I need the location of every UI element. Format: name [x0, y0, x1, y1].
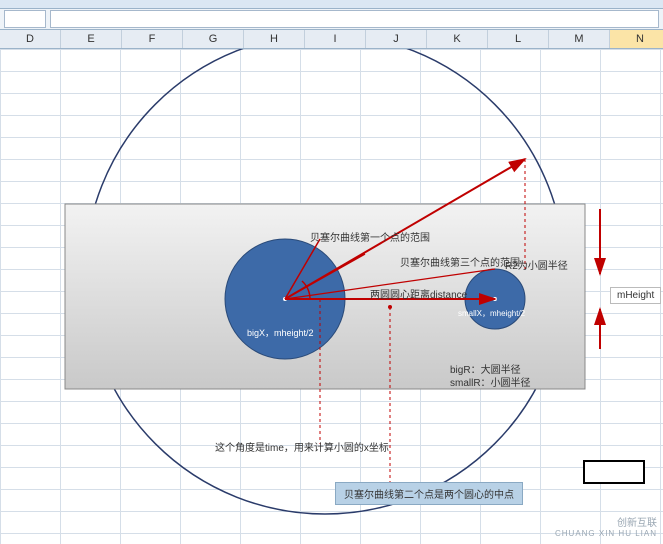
watermark: 创新互联 CHUANG XIN HU LIAN: [555, 514, 657, 538]
formula-bar: [0, 9, 663, 30]
col-K[interactable]: K: [427, 30, 488, 48]
ann-smallR: smallR：小圆半径: [450, 374, 531, 389]
small-circle-label: smallX，mheight/2: [458, 308, 525, 319]
column-headers: D E F G H I J K L M N: [0, 30, 663, 49]
watermark-line1: 创新互联: [555, 514, 657, 529]
callout-bezier-p2: 贝塞尔曲线第二个点是两个圆心的中点: [335, 482, 523, 505]
ann-distance: 两圆圆心距离distance: [370, 286, 467, 301]
col-E[interactable]: E: [61, 30, 122, 48]
grid-area[interactable]: 贝塞尔曲线第一个点的范围 贝塞尔曲线第三个点的范围 R2为小圆半径 两圆圆心距离…: [0, 49, 663, 544]
col-N[interactable]: N: [610, 30, 663, 48]
ann-angle: 这个角度是time，用来计算小圆的x坐标: [215, 439, 389, 454]
ann-bezier-p3: 贝塞尔曲线第三个点的范围: [400, 254, 520, 269]
col-I[interactable]: I: [305, 30, 366, 48]
watermark-line2: CHUANG XIN HU LIAN: [555, 529, 657, 538]
diagram-svg: [0, 49, 663, 544]
ann-small-r: R2为小圆半径: [505, 257, 568, 272]
col-J[interactable]: J: [366, 30, 427, 48]
formula-input[interactable]: [50, 10, 659, 28]
col-H[interactable]: H: [244, 30, 305, 48]
col-G[interactable]: G: [183, 30, 244, 48]
ribbon-stub: [0, 0, 663, 9]
big-circle-label: bigX，mheight/2: [247, 326, 314, 339]
ann-bezier-p1: 贝塞尔曲线第一个点的范围: [310, 229, 430, 244]
name-box[interactable]: [4, 10, 46, 28]
col-D[interactable]: D: [0, 30, 61, 48]
col-M[interactable]: M: [549, 30, 610, 48]
active-cell-selection[interactable]: [583, 460, 645, 484]
col-F[interactable]: F: [122, 30, 183, 48]
ann-mheight: mHeight: [610, 287, 661, 304]
col-L[interactable]: L: [488, 30, 549, 48]
